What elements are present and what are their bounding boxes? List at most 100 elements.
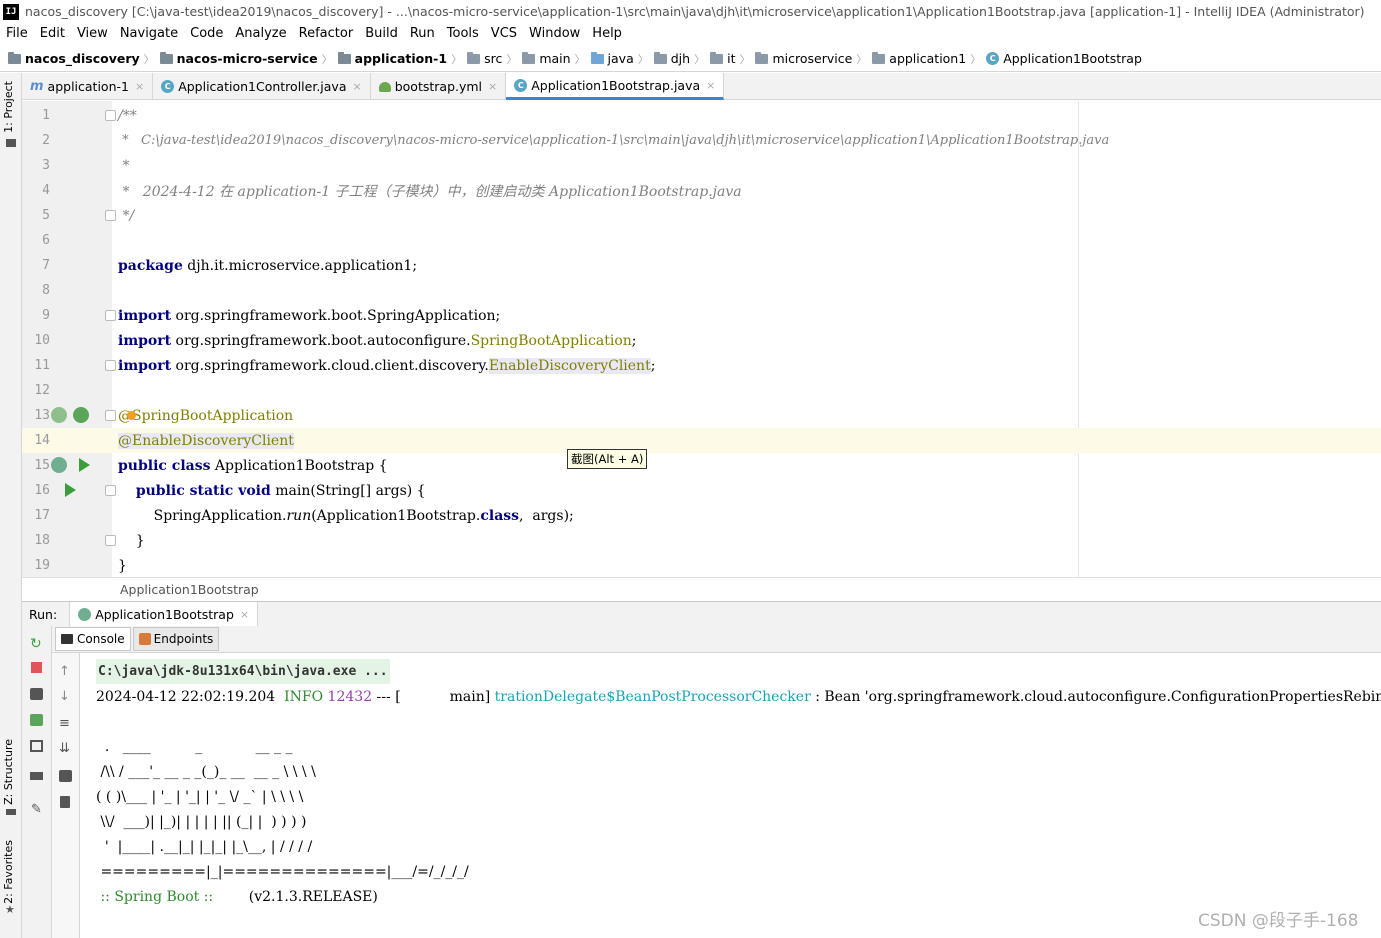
layout-icon[interactable] (30, 772, 43, 780)
menu-edit[interactable]: Edit (40, 26, 65, 41)
stop-icon[interactable] (31, 662, 42, 673)
menu-vcs[interactable]: VCS (491, 26, 517, 41)
soft-wrap-icon[interactable]: ≡ (59, 716, 70, 731)
breadcrumb-it[interactable]: it (710, 51, 735, 66)
breadcrumb-application1bootstrap[interactable]: C Application1Bootstrap (986, 51, 1142, 66)
menu-code[interactable]: Code (190, 26, 223, 41)
tab-endpoints[interactable]: Endpoints (132, 627, 220, 651)
code-text: main(String[] args) { (270, 482, 426, 499)
arrow-down-icon[interactable]: ↓ (59, 689, 70, 704)
breadcrumb-nacos-discovery[interactable]: nacos_discovery (8, 51, 140, 66)
menu-build[interactable]: Build (365, 26, 398, 41)
code-line: 17 SpringApplication.run(Application1Boo… (22, 503, 1381, 528)
debug-icon[interactable] (30, 714, 43, 726)
menu-file[interactable]: File (6, 26, 28, 41)
tab-application-1[interactable]: m application-1 × (22, 73, 154, 100)
tab-application1bootstrap[interactable]: C Application1Bootstrap.java × (506, 73, 725, 100)
line-number: 16 (34, 483, 50, 498)
breadcrumb-main[interactable]: main (522, 51, 571, 66)
fold-icon[interactable] (105, 110, 116, 121)
breadcrumb-application1[interactable]: application1 (872, 51, 966, 66)
module-folder-icon (337, 51, 351, 64)
console-log-line: 2024-04-12 22:02:19.204 INFO 12432 --- [… (96, 684, 1381, 709)
breadcrumb-microservice[interactable]: microservice (755, 51, 852, 66)
spring-config-icon[interactable] (73, 407, 89, 423)
fold-icon[interactable] (105, 535, 116, 546)
code-editor[interactable]: 1 /** 2 * C:\java-test\idea2019\nacos_di… (22, 101, 1381, 577)
breadcrumb-label: microservice (772, 51, 853, 66)
chevron-right-icon: 〉 (637, 52, 649, 66)
code-text: } (118, 557, 127, 574)
menu-refactor[interactable]: Refactor (299, 26, 354, 41)
breadcrumb-nacos-micro-service[interactable]: nacos-micro-service (159, 51, 318, 66)
run-icon[interactable] (79, 458, 90, 472)
run-icon[interactable] (65, 483, 76, 497)
close-icon[interactable]: × (353, 80, 362, 93)
tab-console[interactable]: Console (55, 627, 131, 651)
menu-view[interactable]: View (77, 26, 108, 41)
line-number: 19 (34, 558, 50, 573)
keyword: class (480, 507, 520, 524)
tab-bootstrap-yml[interactable]: bootstrap.yml × (371, 73, 507, 100)
keyword: public class (118, 457, 211, 474)
arrow-up-icon[interactable]: ↑ (59, 664, 70, 679)
code-line: 8 (22, 278, 1381, 303)
pin-icon[interactable]: ✎ (31, 802, 42, 817)
fold-icon[interactable] (105, 410, 116, 421)
breadcrumb-label: java (607, 51, 634, 66)
spring-bean-icon[interactable] (51, 407, 67, 423)
console-output[interactable]: C:\java\jdk-8u131x64\bin\java.exe ... 20… (80, 656, 1381, 938)
fold-icon[interactable] (105, 485, 116, 496)
structure-tool-tab[interactable]: Z: Structure (2, 739, 15, 805)
menu-help[interactable]: Help (592, 26, 622, 41)
spring-boot-icon[interactable] (51, 457, 67, 473)
code-text: } (118, 532, 145, 549)
tab-application1controller[interactable]: C Application1Controller.java × (153, 73, 371, 100)
close-icon[interactable]: × (135, 80, 144, 93)
line-number: 10 (34, 333, 50, 348)
breadcrumb-djh[interactable]: djh (653, 51, 690, 66)
project-tool-tab[interactable]: 1: Project (2, 81, 15, 133)
code-text: , args); (519, 507, 574, 524)
yml-icon (378, 81, 391, 92)
keyword: import (118, 307, 172, 324)
code-text: org.springframework.boot.SpringApplicati… (171, 307, 501, 324)
package-icon (872, 51, 886, 64)
menu-window[interactable]: Window (529, 26, 580, 41)
line-number: 1 (42, 108, 50, 123)
close-icon[interactable]: × (488, 80, 497, 93)
rerun-icon[interactable]: ↻ (30, 636, 42, 652)
editor-breadcrumb[interactable]: Application1Bootstrap (22, 577, 1381, 600)
trash-icon[interactable] (60, 796, 70, 808)
fold-icon[interactable] (105, 360, 116, 371)
menu-tools[interactable]: Tools (447, 26, 479, 41)
fold-icon[interactable] (105, 310, 116, 321)
code-line: 1 /** (22, 103, 1381, 128)
breadcrumb-src[interactable]: src (467, 51, 502, 66)
favorites-tool-tab[interactable]: 2: Favorites (2, 840, 15, 904)
log-message: : Bean 'org.springframework.cloud.autoco… (815, 688, 1381, 705)
camera-icon[interactable] (30, 688, 43, 700)
close-icon[interactable]: × (706, 79, 715, 92)
breadcrumb-java[interactable]: java (590, 51, 634, 66)
breadcrumb-application-1[interactable]: application-1 (337, 51, 447, 66)
menu-bar: File Edit View Navigate Code Analyze Ref… (0, 23, 1381, 44)
menu-navigate[interactable]: Navigate (120, 26, 178, 41)
method-call: run (286, 507, 312, 524)
scroll-to-end-icon[interactable]: ⇊ (59, 741, 70, 756)
close-icon[interactable]: × (240, 608, 249, 621)
endpoints-icon (138, 633, 151, 645)
fold-icon[interactable] (105, 210, 116, 221)
menu-analyze[interactable]: Analyze (235, 26, 286, 41)
chevron-right-icon: 〉 (970, 52, 982, 66)
spring-boot-icon (78, 607, 92, 621)
print-icon[interactable] (59, 770, 72, 782)
run-tab-application1bootstrap[interactable]: Application1Bootstrap × (69, 601, 259, 627)
tab-label: Application1Bootstrap.java (531, 77, 701, 93)
console-tabs: Console Endpoints (52, 626, 1381, 653)
exit-icon[interactable] (30, 740, 43, 752)
intention-bulb-icon[interactable] (127, 411, 136, 420)
menu-run[interactable]: Run (410, 26, 435, 41)
class-icon: C (161, 80, 175, 93)
